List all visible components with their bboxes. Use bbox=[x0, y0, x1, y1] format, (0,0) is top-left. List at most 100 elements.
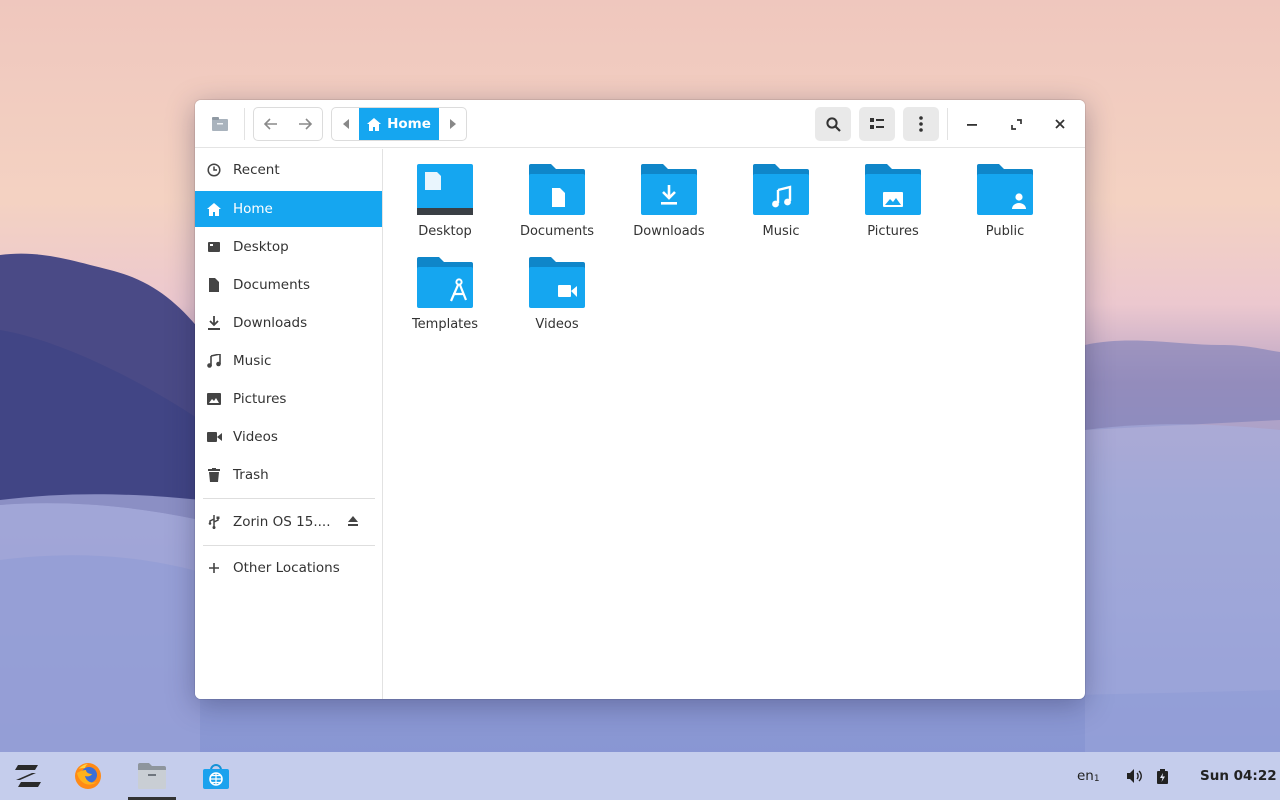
sidebar-item-videos[interactable]: Videos bbox=[195, 419, 382, 455]
sidebar-item-trash[interactable]: Trash bbox=[195, 457, 382, 493]
zorin-menu-button[interactable] bbox=[4, 752, 52, 800]
keyboard-layout-label: en bbox=[1077, 768, 1094, 784]
trash-icon bbox=[195, 468, 233, 482]
search-button[interactable] bbox=[815, 107, 851, 141]
path-scroll-right-button[interactable] bbox=[439, 108, 466, 140]
videos-folder-icon bbox=[529, 257, 585, 308]
path-home-button[interactable]: Home bbox=[359, 108, 439, 140]
maximize-icon bbox=[1010, 118, 1022, 130]
close-icon bbox=[1055, 119, 1065, 129]
public-folder-icon bbox=[977, 164, 1033, 215]
sidebar-item-documents[interactable]: Documents bbox=[195, 267, 382, 303]
caret-left-icon bbox=[342, 119, 349, 129]
desktop-folder-icon bbox=[417, 164, 473, 215]
volume-indicator[interactable] bbox=[1127, 752, 1143, 800]
sidebar-item-music[interactable]: Music bbox=[195, 343, 382, 379]
sidebar-item-recent[interactable]: Recent bbox=[195, 152, 382, 188]
sidebar-item-label: Other Locations bbox=[233, 560, 340, 576]
eject-icon[interactable] bbox=[347, 515, 359, 531]
file-label: Pictures bbox=[867, 224, 919, 239]
usb-icon bbox=[195, 515, 233, 529]
sidebar-item-label: Desktop bbox=[233, 239, 289, 255]
file-item-pictures[interactable]: Pictures bbox=[843, 164, 943, 250]
document-icon bbox=[195, 278, 233, 292]
software-store-icon bbox=[203, 764, 229, 789]
minimize-button[interactable] bbox=[955, 107, 989, 141]
file-item-templates[interactable]: Templates bbox=[395, 257, 495, 343]
files-taskbar-button[interactable] bbox=[128, 752, 176, 800]
clock[interactable]: Sun 04:22 bbox=[1200, 752, 1277, 800]
file-item-downloads[interactable]: Downloads bbox=[619, 164, 719, 250]
file-item-public[interactable]: Public bbox=[955, 164, 1055, 250]
templates-folder-icon bbox=[417, 257, 473, 308]
battery-charging-icon bbox=[1157, 768, 1168, 784]
menu-button[interactable] bbox=[903, 107, 939, 141]
file-label: Public bbox=[985, 224, 1025, 239]
desktop-icon bbox=[195, 241, 233, 253]
documents-folder-icon bbox=[529, 164, 585, 215]
sidebar-device-zorin-os[interactable]: Zorin OS 15.... bbox=[195, 504, 382, 540]
view-toggle-button[interactable] bbox=[859, 107, 895, 141]
path-bar: Home bbox=[331, 107, 467, 141]
music-icon bbox=[195, 354, 233, 368]
file-item-music[interactable]: Music bbox=[731, 164, 831, 250]
file-label: Downloads bbox=[633, 224, 705, 239]
sidebar-item-label: Recent bbox=[233, 162, 280, 178]
clock-icon bbox=[195, 163, 233, 177]
sidebar-item-desktop[interactable]: Desktop bbox=[195, 229, 382, 265]
music-folder-icon bbox=[753, 164, 809, 215]
sidebar-item-label: Home bbox=[233, 201, 273, 217]
forward-button[interactable] bbox=[288, 108, 322, 140]
software-store-button[interactable] bbox=[192, 752, 240, 800]
sidebar-item-label: Music bbox=[233, 353, 272, 369]
sidebar-separator bbox=[203, 545, 375, 546]
keyboard-layout-sub: 1 bbox=[1093, 774, 1100, 784]
sidebar-item-other-locations[interactable]: Other Locations bbox=[195, 550, 382, 586]
downloads-folder-icon bbox=[641, 164, 697, 215]
files-window: Home Recent Home Desktop Documents Downl… bbox=[195, 100, 1085, 699]
headerbar: Home bbox=[195, 100, 1085, 148]
sidebar-item-label: Downloads bbox=[233, 315, 308, 331]
sidebar: Recent Home Desktop Documents Downloads … bbox=[195, 149, 383, 699]
maximize-button[interactable] bbox=[999, 107, 1033, 141]
sidebar-item-label: Videos bbox=[233, 429, 278, 445]
arrow-left-icon bbox=[263, 118, 277, 130]
file-cabinet-icon bbox=[205, 107, 235, 141]
file-label: Documents bbox=[519, 224, 595, 239]
keyboard-layout-indicator[interactable]: en 1 bbox=[1077, 752, 1100, 800]
close-button[interactable] bbox=[1043, 107, 1077, 141]
taskbar: en 1 Sun 04:22 bbox=[0, 752, 1280, 800]
sidebar-device-label: Zorin OS 15.... bbox=[233, 514, 331, 530]
firefox-icon bbox=[75, 763, 101, 789]
search-icon bbox=[825, 116, 841, 132]
picture-icon bbox=[195, 393, 233, 405]
path-scroll-left-button[interactable] bbox=[332, 108, 359, 140]
kebab-menu-icon bbox=[919, 116, 923, 132]
sidebar-item-home[interactable]: Home bbox=[195, 191, 382, 227]
download-icon bbox=[195, 316, 233, 330]
volume-icon bbox=[1127, 769, 1142, 783]
file-label: Desktop bbox=[418, 224, 472, 239]
pictures-folder-icon bbox=[865, 164, 921, 215]
home-icon bbox=[195, 202, 233, 216]
path-home-label: Home bbox=[387, 116, 431, 132]
headerbar-separator bbox=[244, 108, 245, 140]
sidebar-separator bbox=[203, 498, 375, 499]
file-label: Templates bbox=[411, 317, 479, 332]
sidebar-item-pictures[interactable]: Pictures bbox=[195, 381, 382, 417]
video-icon bbox=[195, 432, 233, 442]
sidebar-item-downloads[interactable]: Downloads bbox=[195, 305, 382, 341]
clock-label: Sun 04:22 bbox=[1200, 768, 1277, 784]
firefox-button[interactable] bbox=[64, 752, 112, 800]
plus-icon bbox=[195, 562, 233, 574]
files-icon bbox=[138, 763, 166, 789]
battery-indicator[interactable] bbox=[1157, 752, 1168, 800]
file-label: Music bbox=[762, 224, 800, 239]
file-item-documents[interactable]: Documents bbox=[507, 164, 607, 250]
back-button[interactable] bbox=[254, 108, 288, 140]
file-item-desktop[interactable]: Desktop bbox=[395, 164, 495, 250]
sidebar-item-label: Documents bbox=[233, 277, 310, 293]
file-label: Videos bbox=[535, 317, 579, 332]
file-item-videos[interactable]: Videos bbox=[507, 257, 607, 343]
sidebar-item-label: Trash bbox=[233, 467, 269, 483]
